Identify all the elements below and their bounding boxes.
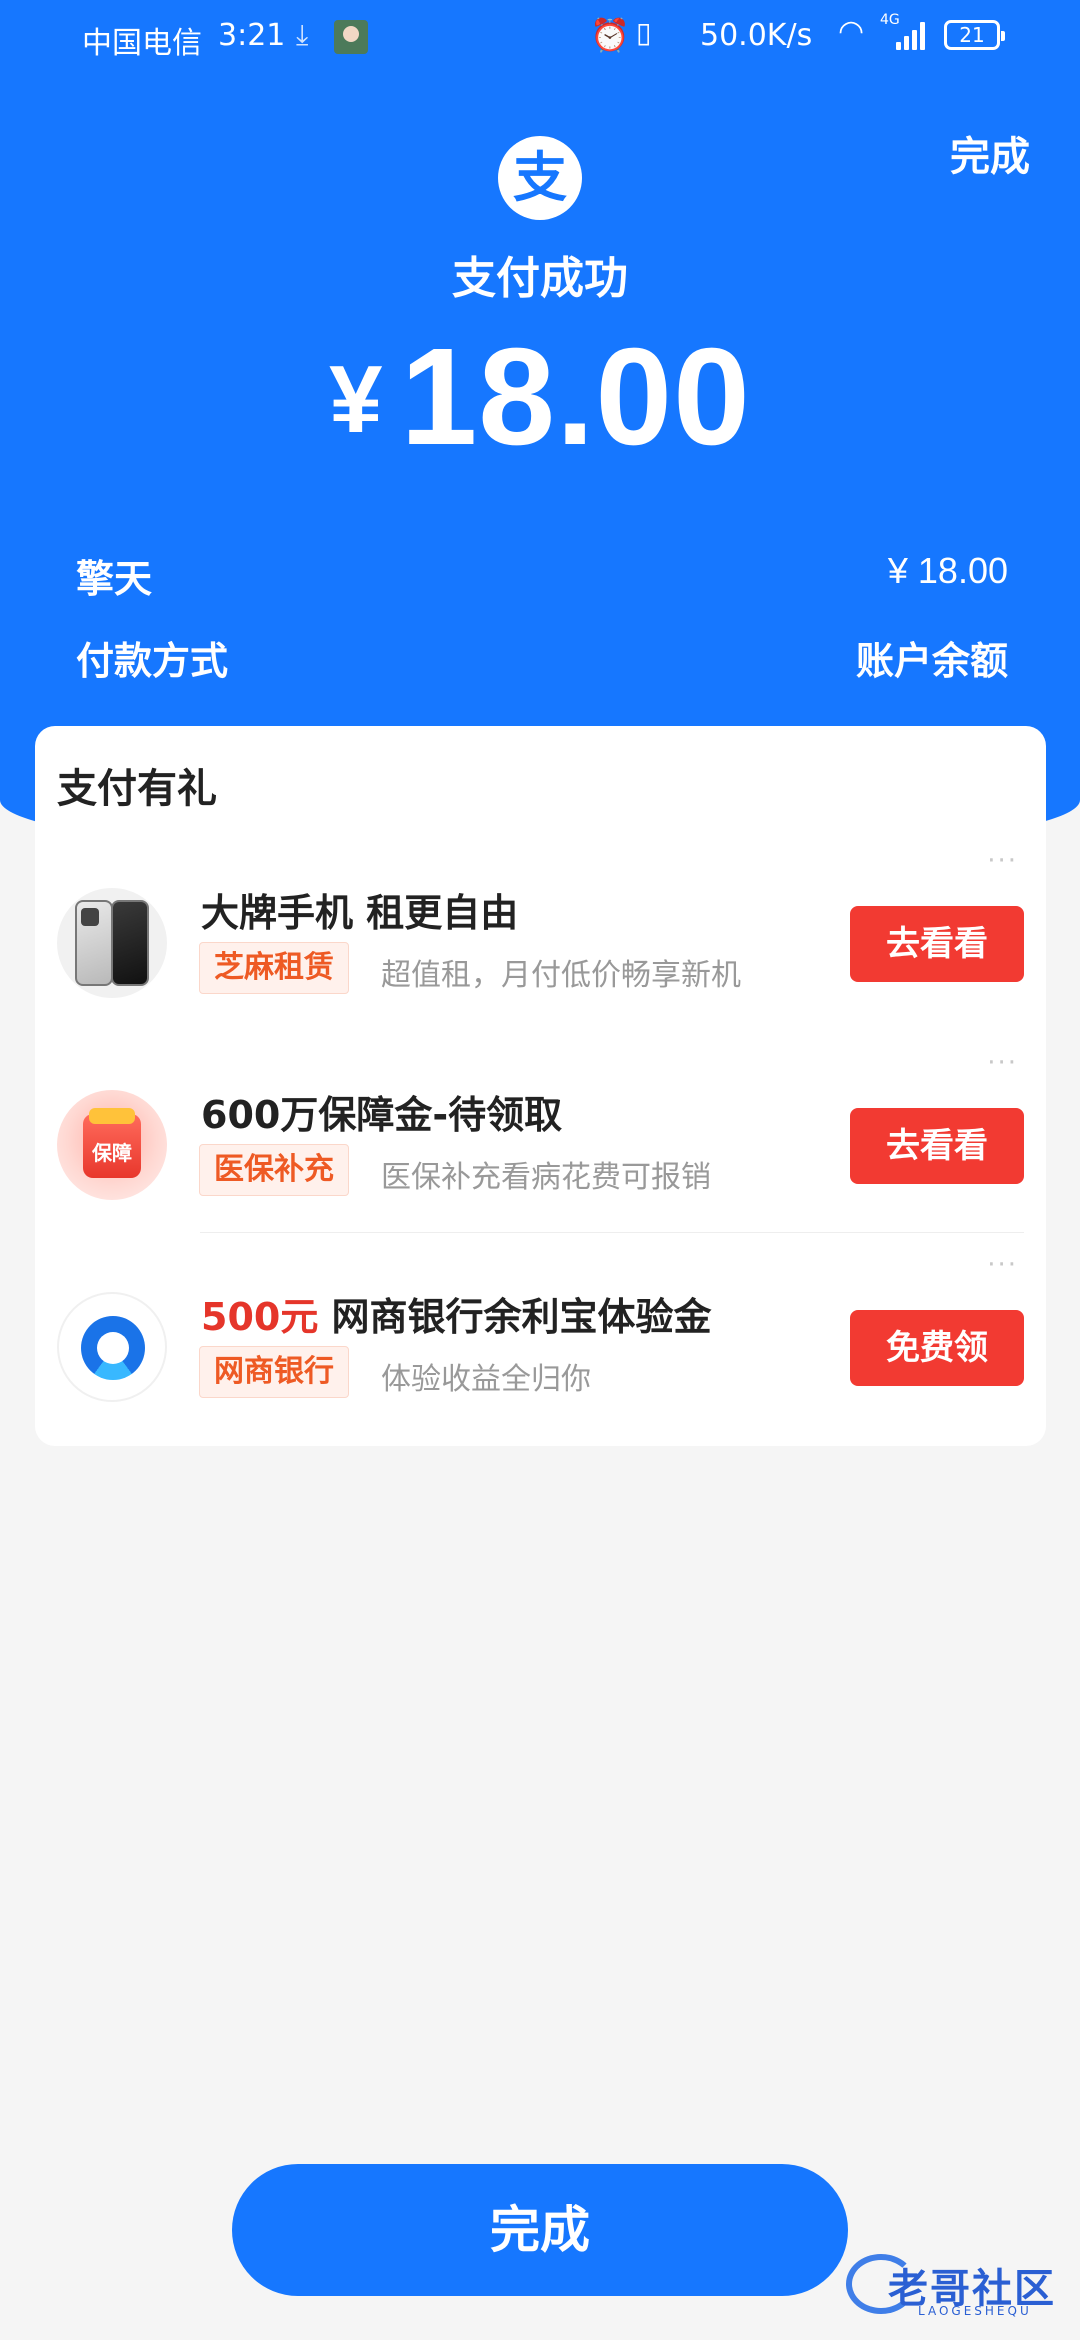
phone-thumbnail-icon — [57, 888, 167, 998]
promo-title: 支付有礼 — [57, 766, 217, 812]
mybank-thumbnail-icon — [57, 1292, 167, 1402]
download-icon: ⤓ — [296, 18, 309, 51]
network-speed: 50.0K/s — [700, 18, 813, 53]
wifi-icon: ◠ — [838, 14, 865, 49]
more-icon[interactable]: ··· — [987, 846, 1018, 876]
promo-item-desc: 体验收益全归你 — [381, 1362, 591, 1397]
payment-amount: ¥18.00 — [0, 318, 1080, 477]
promo-card: 支付有礼 ··· 大牌手机 租更自由 芝麻租赁 超值租，月付低价畅享新机 去看看… — [35, 726, 1046, 1446]
promo-item-desc: 超值租，月付低价畅享新机 — [381, 958, 741, 993]
go-see-button[interactable]: 去看看 — [850, 906, 1024, 982]
done-button[interactable]: 完成 — [232, 2164, 848, 2296]
claim-free-button[interactable]: 免费领 — [850, 1310, 1024, 1386]
watermark-subtext: LAOGESHEQU — [918, 2304, 1032, 2318]
promo-item-tag: 芝麻租赁 — [199, 942, 349, 994]
status-bar: 中国电信 3:21 ⤓ ⏰ ▯ 50.0K/s ◠ 4G 21 — [0, 0, 1080, 72]
promo-item-title: 大牌手机 租更自由 — [201, 891, 519, 935]
done-button-top[interactable]: 完成 — [950, 124, 1030, 182]
promo-item[interactable]: ··· 大牌手机 租更自由 芝麻租赁 超值租，月付低价畅享新机 去看看 — [35, 846, 1046, 1046]
battery-icon: 21 — [944, 20, 1005, 50]
clock: 3:21 — [218, 18, 286, 53]
promo-item[interactable]: ··· 500元 网商银行余利宝体验金 网商银行 体验收益全归你 免费领 — [35, 1250, 1046, 1450]
vibrate-icon: ▯ — [636, 16, 652, 49]
promo-title-text: 网商银行余利宝体验金 — [318, 1295, 712, 1339]
amount-value: 18.00 — [400, 320, 751, 474]
currency-symbol: ¥ — [329, 346, 383, 453]
payee-name: 擎天 — [76, 557, 153, 601]
watermark-logo: 老哥社区 LAOGESHEQU — [846, 2248, 1066, 2318]
promo-item-title: 600万保障金-待领取 — [201, 1093, 563, 1137]
promo-item-desc: 医保补充看病花费可报销 — [381, 1160, 711, 1195]
alarm-icon: ⏰ — [590, 16, 630, 54]
payment-success-title: 支付成功 — [452, 253, 628, 304]
promo-item[interactable]: ··· 保障 600万保障金-待领取 医保补充 医保补充看病花费可报销 去看看 — [35, 1048, 1046, 1248]
insurance-badge: 保障 — [83, 1108, 141, 1178]
payee-amount: ¥ 18.00 — [887, 550, 1008, 591]
promo-item-tag: 医保补充 — [199, 1144, 349, 1196]
promo-item-title: 500元 网商银行余利宝体验金 — [201, 1286, 712, 1341]
more-icon[interactable]: ··· — [987, 1250, 1018, 1280]
promo-item-tag: 网商银行 — [199, 1346, 349, 1398]
more-icon[interactable]: ··· — [987, 1048, 1018, 1078]
insurance-thumbnail-icon: 保障 — [57, 1090, 167, 1200]
promo-highlight: 500元 — [201, 1295, 319, 1339]
alipay-logo-icon: 支 — [498, 136, 582, 220]
payment-method-value: 账户余额 — [855, 639, 1008, 683]
signal-icon — [896, 20, 930, 50]
carrier-name: 中国电信 — [82, 26, 202, 61]
go-see-button[interactable]: 去看看 — [850, 1108, 1024, 1184]
divider — [200, 1232, 1024, 1233]
notification-avatar-icon — [334, 20, 368, 54]
payment-method-label: 付款方式 — [76, 639, 229, 683]
